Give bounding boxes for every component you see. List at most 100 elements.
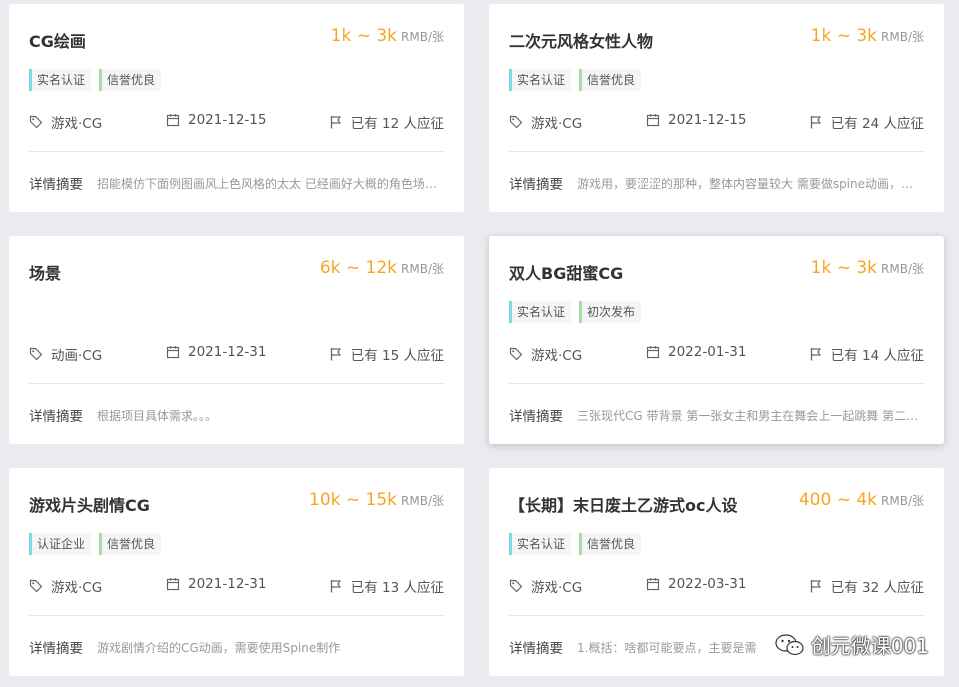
tag-icon bbox=[509, 579, 523, 593]
price-value: 400 ~ 4k bbox=[798, 490, 878, 510]
date-text: 2021-12-15 bbox=[188, 112, 267, 128]
job-card[interactable]: 二次元风格女性人物 1k ~ 3k RMB/张 实名认证 信誉优良 游戏·CG 2… bbox=[489, 4, 944, 212]
job-meta: 游戏·CG 2021-12-15 已有 12 人应征 bbox=[29, 112, 444, 132]
tag-reputation: 信誉优良 bbox=[579, 533, 642, 555]
summary-text: 根据项目具体需求。。。 bbox=[97, 408, 218, 423]
job-card-hovered[interactable]: 双人BG甜蜜CG 1k ~ 3k RMB/张 实名认证 初次发布 游戏·CG 20… bbox=[489, 236, 944, 444]
calendar-icon bbox=[646, 345, 660, 359]
summary-label: 详情摘要 bbox=[509, 177, 563, 193]
summary-text: 三张现代CG 带背景 第一张女主和男主在舞会上一起跳舞 第二张在海边散步 bbox=[577, 408, 924, 423]
category: 游戏·CG bbox=[29, 576, 102, 596]
price-unit: RMB/张 bbox=[881, 30, 924, 44]
price-unit: RMB/张 bbox=[401, 30, 444, 44]
date-text: 2021-12-31 bbox=[188, 344, 267, 360]
tag-list: 实名认证 信誉优良 bbox=[509, 69, 642, 91]
tag-list: 实名认证 信誉优良 bbox=[29, 69, 162, 91]
watermark: 创元微课001 bbox=[775, 630, 929, 659]
calendar-icon bbox=[166, 113, 180, 127]
price-range: 1k ~ 3k RMB/张 bbox=[811, 258, 924, 278]
job-title[interactable]: CG绘画 bbox=[29, 28, 86, 52]
category-text: 游戏·CG bbox=[51, 580, 103, 596]
job-title[interactable]: 【长期】末日废土乙游式oc人设 bbox=[509, 492, 737, 516]
job-card[interactable]: CG绘画 1k ~ 3k RMB/张 实名认证 信誉优良 游戏·CG 2021-1… bbox=[9, 4, 464, 212]
tag-icon bbox=[29, 115, 43, 129]
applicants-text: 已有 15 人应征 bbox=[350, 348, 444, 364]
price-value: 1k ~ 3k bbox=[810, 26, 878, 46]
category-text: 游戏·CG bbox=[51, 116, 103, 132]
tag-verified-company: 认证企业 bbox=[29, 533, 92, 555]
date-text: 2021-12-31 bbox=[188, 576, 267, 592]
deadline: 2022-01-31 bbox=[646, 344, 746, 360]
summary: 详情摘要 根据项目具体需求。。。 bbox=[29, 405, 444, 426]
flag-icon bbox=[329, 579, 343, 593]
category-text: 游戏·CG bbox=[531, 348, 583, 364]
summary-text: 游戏剧情介绍的CG动画，需要使用Spine制作 bbox=[97, 640, 341, 655]
job-title[interactable]: 双人BG甜蜜CG bbox=[509, 260, 623, 284]
divider bbox=[509, 615, 924, 616]
tag-reputation: 信誉优良 bbox=[99, 69, 162, 91]
tag-icon bbox=[509, 347, 523, 361]
applicants: 已有 13 人应征 bbox=[329, 576, 444, 596]
applicants: 已有 12 人应征 bbox=[329, 112, 444, 132]
category: 动画·CG bbox=[29, 344, 102, 364]
job-title[interactable]: 场景 bbox=[29, 260, 61, 284]
deadline: 2021-12-15 bbox=[646, 112, 746, 128]
job-title[interactable]: 二次元风格女性人物 bbox=[509, 28, 653, 52]
summary: 详情摘要 游戏用，要涩涩的那种，整体内容量较大 需要做spine动画，需要拆分 bbox=[509, 173, 924, 194]
divider bbox=[509, 151, 924, 152]
summary-label: 详情摘要 bbox=[29, 409, 83, 425]
job-card-grid: CG绘画 1k ~ 3k RMB/张 实名认证 信誉优良 游戏·CG 2021-1… bbox=[0, 0, 959, 687]
tag-verified: 实名认证 bbox=[509, 533, 572, 555]
date-text: 2021-12-15 bbox=[668, 112, 747, 128]
applicants: 已有 24 人应征 bbox=[809, 112, 924, 132]
summary-label: 详情摘要 bbox=[509, 409, 563, 425]
tag-reputation: 信誉优良 bbox=[99, 533, 162, 555]
price-value: 1k ~ 3k bbox=[330, 26, 398, 46]
date-text: 2022-01-31 bbox=[668, 344, 747, 360]
wechat-icon bbox=[775, 633, 805, 657]
calendar-icon bbox=[166, 577, 180, 591]
calendar-icon bbox=[646, 113, 660, 127]
divider bbox=[29, 151, 444, 152]
tag-icon bbox=[509, 115, 523, 129]
calendar-icon bbox=[646, 577, 660, 591]
summary: 详情摘要 游戏剧情介绍的CG动画，需要使用Spine制作 bbox=[29, 637, 444, 658]
flag-icon bbox=[329, 115, 343, 129]
job-meta: 游戏·CG 2022-03-31 已有 32 人应征 bbox=[509, 576, 924, 596]
applicants: 已有 14 人应征 bbox=[809, 344, 924, 364]
summary-text: 招能模仿下面例图画风上色风格的太太 已经画好大概的角色场景线稿 需要上色 bbox=[97, 176, 444, 191]
flag-icon bbox=[329, 347, 343, 361]
category-text: 游戏·CG bbox=[531, 580, 583, 596]
price-range: 1k ~ 3k RMB/张 bbox=[331, 26, 444, 46]
divider bbox=[509, 383, 924, 384]
calendar-icon bbox=[166, 345, 180, 359]
tag-list: 认证企业 信誉优良 bbox=[29, 533, 162, 555]
summary: 详情摘要 招能模仿下面例图画风上色风格的太太 已经画好大概的角色场景线稿 需要上… bbox=[29, 173, 444, 194]
tag-reputation: 信誉优良 bbox=[579, 69, 642, 91]
price-unit: RMB/张 bbox=[401, 262, 444, 276]
applicants-text: 已有 13 人应征 bbox=[350, 580, 444, 596]
tag-first-post: 初次发布 bbox=[579, 301, 642, 323]
flag-icon bbox=[809, 579, 823, 593]
price-range: 10k ~ 15k RMB/张 bbox=[309, 490, 444, 510]
price-unit: RMB/张 bbox=[881, 494, 924, 508]
job-title[interactable]: 游戏片头剧情CG bbox=[29, 492, 150, 516]
price-value: 1k ~ 3k bbox=[810, 258, 878, 278]
price-value: 10k ~ 15k bbox=[309, 490, 398, 510]
summary-text: 游戏用，要涩涩的那种，整体内容量较大 需要做spine动画，需要拆分 bbox=[577, 176, 924, 191]
job-meta: 游戏·CG 2022-01-31 已有 14 人应征 bbox=[509, 344, 924, 364]
summary-label: 详情摘要 bbox=[509, 641, 563, 657]
job-card[interactable]: 游戏片头剧情CG 10k ~ 15k RMB/张 认证企业 信誉优良 游戏·CG … bbox=[9, 468, 464, 676]
date-text: 2022-03-31 bbox=[668, 576, 747, 592]
deadline: 2021-12-15 bbox=[166, 112, 266, 128]
tag-verified: 实名认证 bbox=[29, 69, 92, 91]
summary-text: 1.概括：啥都可能要点，主要是需 bbox=[577, 640, 757, 655]
summary-label: 详情摘要 bbox=[29, 641, 83, 657]
summary: 详情摘要 三张现代CG 带背景 第一张女主和男主在舞会上一起跳舞 第二张在海边散… bbox=[509, 405, 924, 426]
tag-verified: 实名认证 bbox=[509, 69, 572, 91]
applicants: 已有 15 人应征 bbox=[329, 344, 444, 364]
job-meta: 游戏·CG 2021-12-31 已有 13 人应征 bbox=[29, 576, 444, 596]
job-card[interactable]: 场景 6k ~ 12k RMB/张 动画·CG 2021-12-31 已有 15 … bbox=[9, 236, 464, 444]
flag-icon bbox=[809, 347, 823, 361]
tag-list: 实名认证 初次发布 bbox=[509, 301, 642, 323]
